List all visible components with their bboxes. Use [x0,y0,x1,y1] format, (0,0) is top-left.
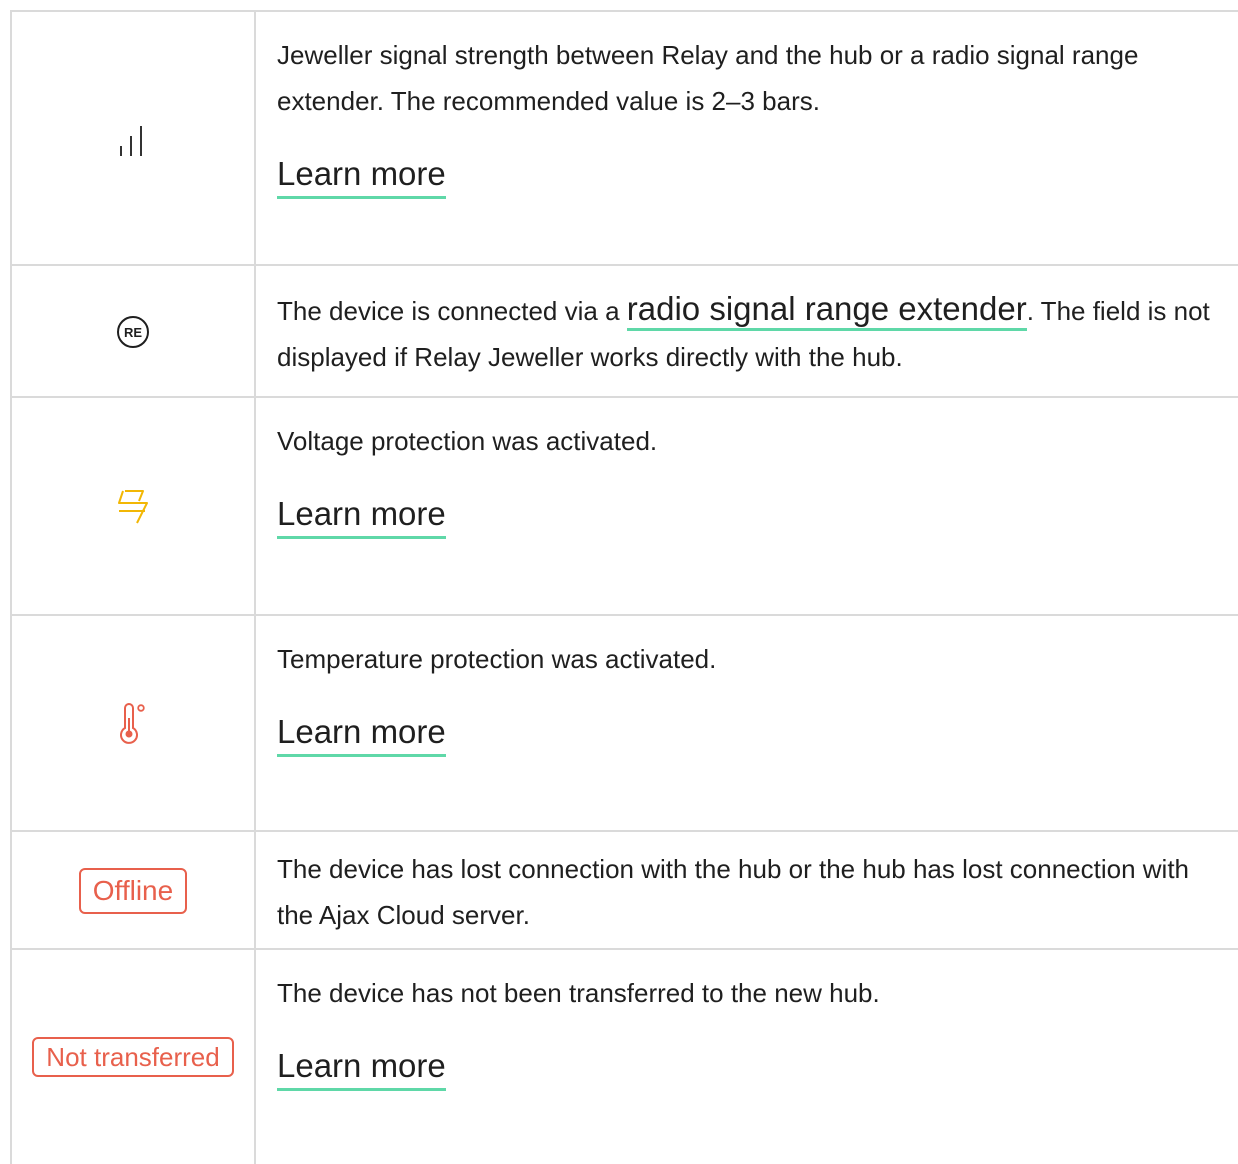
icon-cell [10,616,256,832]
learn-more-link[interactable]: Learn more [277,494,446,539]
learn-more-link[interactable]: Learn more [277,712,446,757]
table-row: Offline The device has lost connection w… [10,830,1238,950]
temperature-icon [120,703,145,744]
description-cell: Temperature protection was activated. Le… [256,616,1238,832]
description-text: The device has lost connection with the … [277,854,1190,930]
table-row: Temperature protection was activated. Le… [10,614,1238,832]
voltage-protection-icon [118,490,148,524]
icon-cell: Not transferred [10,950,256,1164]
description-cell: The device has lost connection with the … [256,832,1238,950]
description-text: The device is connected via a radio sign… [277,286,1218,380]
description-text: The device has not been transferred to t… [277,978,880,1008]
not-transferred-badge: Not transferred [32,1037,234,1077]
table-row: Jeweller signal strength between Relay a… [10,10,1238,266]
table-row: Voltage protection was activated. Learn … [10,396,1238,616]
svg-text:RE: RE [124,325,142,340]
table-row: Not transferred The device has not been … [10,948,1238,1164]
icon-cell: RE [10,266,256,398]
description-cell: Voltage protection was activated. Learn … [256,398,1238,616]
description-text-part: The device is connected via a [277,296,627,326]
description-text: Voltage protection was activated. [277,426,658,456]
description-cell: Jeweller signal strength between Relay a… [256,12,1238,266]
signal-bars-icon [120,126,142,156]
re-icon: RE [117,316,149,348]
description-text: Temperature protection was activated. [277,644,717,674]
learn-more-link[interactable]: Learn more [277,1046,446,1091]
icon-cell [10,12,256,266]
icon-cell [10,398,256,616]
learn-more-link[interactable]: Learn more [277,154,446,199]
status-table: Jeweller signal strength between Relay a… [0,0,1238,1164]
icon-cell: Offline [10,832,256,950]
offline-badge: Offline [78,868,188,914]
description-cell: The device is connected via a radio sign… [256,266,1238,398]
description-text: Jeweller signal strength between Relay a… [277,40,1139,116]
range-extender-link[interactable]: radio signal range extender [626,290,1027,331]
description-cell: The device has not been transferred to t… [256,950,1238,1164]
table-row: RE The device is connected via a radio s… [10,264,1238,398]
